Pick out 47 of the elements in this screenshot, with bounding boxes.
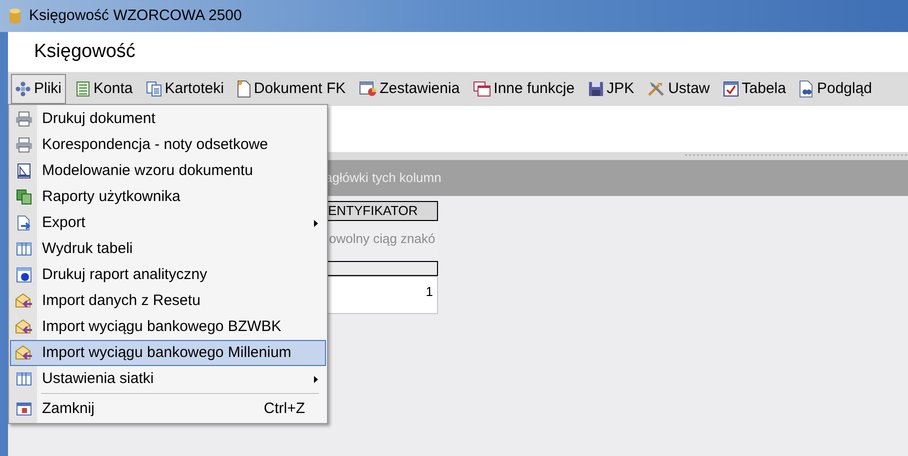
move-icon xyxy=(15,81,31,97)
new-document-icon xyxy=(236,80,251,98)
printer-icon xyxy=(15,111,33,127)
toolbar-tab[interactable]: Kartoteki xyxy=(142,74,228,104)
printer-icon xyxy=(15,137,33,153)
documents-icon xyxy=(146,81,162,97)
help-table-icon xyxy=(16,267,32,283)
database-icon xyxy=(9,8,21,24)
envelope-arrow-icon xyxy=(15,319,33,335)
toolbar-tab[interactable]: Pliki xyxy=(11,74,66,104)
close-window-icon xyxy=(16,402,32,416)
menu-item[interactable]: Drukuj dokument xyxy=(10,106,326,132)
report-chart-icon xyxy=(358,81,377,97)
table-cell-text: 1 xyxy=(426,283,433,301)
toolbar-tab[interactable]: Tabela xyxy=(718,74,790,104)
sheets-icon xyxy=(16,189,32,205)
toolbar-tab[interactable]: Ustaw xyxy=(643,74,714,104)
menu-item[interactable]: Korespondencja - noty odsetkowe xyxy=(10,132,326,158)
module-title: Księgowość xyxy=(34,40,136,64)
toolbar-tab[interactable]: Zestawienia xyxy=(354,74,464,104)
menu-item[interactable]: Wydruk tabeli xyxy=(10,236,326,262)
window-title: Księgowość WZORCOWA 2500 xyxy=(29,6,242,26)
ledger-icon xyxy=(74,81,91,97)
export-document-icon xyxy=(16,215,32,231)
tools-icon xyxy=(647,81,666,97)
toolbar-tab[interactable]: Dokument FK xyxy=(232,74,350,104)
checked-table-icon xyxy=(722,81,739,97)
envelope-arrow-icon xyxy=(15,293,33,309)
toolbar-tab[interactable]: Konta xyxy=(70,74,137,104)
menu-item[interactable]: Import wyciągu bankowego Millenium xyxy=(10,340,326,366)
menu-item[interactable]: Import wyciągu bankowego BZWBK xyxy=(10,314,326,340)
toolbar-tab[interactable]: Podgląd xyxy=(794,74,876,104)
menu-item[interactable]: Import danych z Resetu xyxy=(10,288,326,314)
envelope-arrow-icon xyxy=(15,345,33,361)
ruler-document-icon xyxy=(16,163,32,179)
shortcut-text: Ctrl+Z xyxy=(264,398,305,419)
menu-item[interactable]: Modelowanie wzoru dokumentu xyxy=(10,158,326,184)
windows-icon xyxy=(472,81,491,97)
table-icon xyxy=(16,242,32,256)
menu-item[interactable]: Zamknij Ctrl+Z xyxy=(10,396,326,422)
toolbar-tab[interactable]: JPK xyxy=(584,74,638,104)
toolbar-tab[interactable]: Inne funkcje xyxy=(468,74,579,104)
menu-item[interactable]: Drukuj raport analityczny xyxy=(10,262,326,288)
menu-item[interactable]: Ustawienia siatki xyxy=(10,366,326,392)
preview-icon xyxy=(798,80,814,98)
table-icon xyxy=(16,372,32,386)
column-description: owolny ciąg znakó xyxy=(329,230,436,248)
